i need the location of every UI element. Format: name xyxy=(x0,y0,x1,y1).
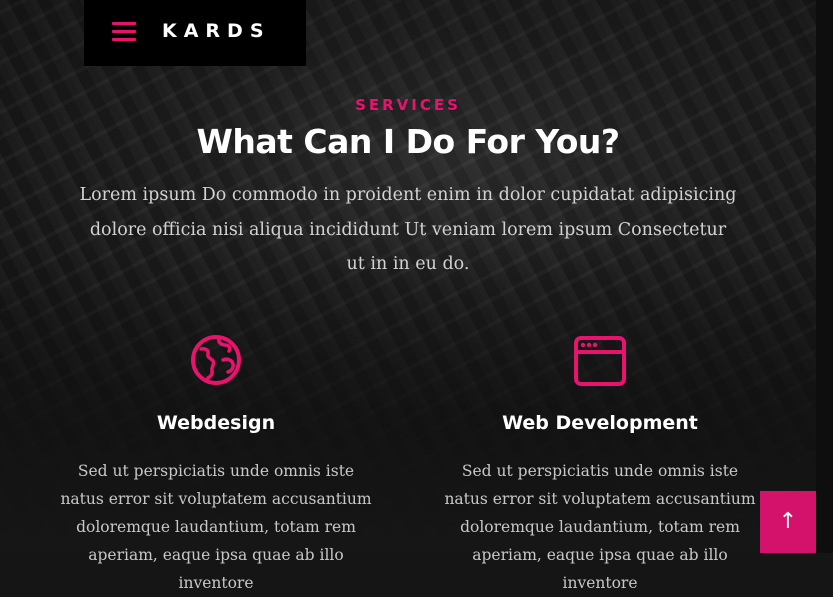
page-scrollbar[interactable] xyxy=(816,0,833,553)
hamburger-menu-icon[interactable] xyxy=(112,22,136,42)
service-text-webdesign: Sed ut perspiciatis unde omnis iste natu… xyxy=(60,462,372,592)
service-title-web-development: Web Development xyxy=(502,412,698,434)
section-eyebrow: SERVICES xyxy=(355,96,461,114)
browser-window-icon xyxy=(574,336,626,386)
arrow-up-icon: ↑ xyxy=(778,509,798,534)
service-title-webdesign: Webdesign xyxy=(156,412,276,434)
site-logo[interactable]: KARDS xyxy=(162,20,271,42)
section-intro: Lorem ipsum Do commodo in proident enim … xyxy=(79,185,737,274)
site-header: KARDS xyxy=(84,0,306,66)
back-to-top-button[interactable]: ↑ xyxy=(760,491,816,553)
service-text-web-development: Sed ut perspiciatis unde omnis iste natu… xyxy=(444,462,756,592)
globe-icon xyxy=(190,334,242,386)
section-title: What Can I Do For You? xyxy=(196,122,620,161)
